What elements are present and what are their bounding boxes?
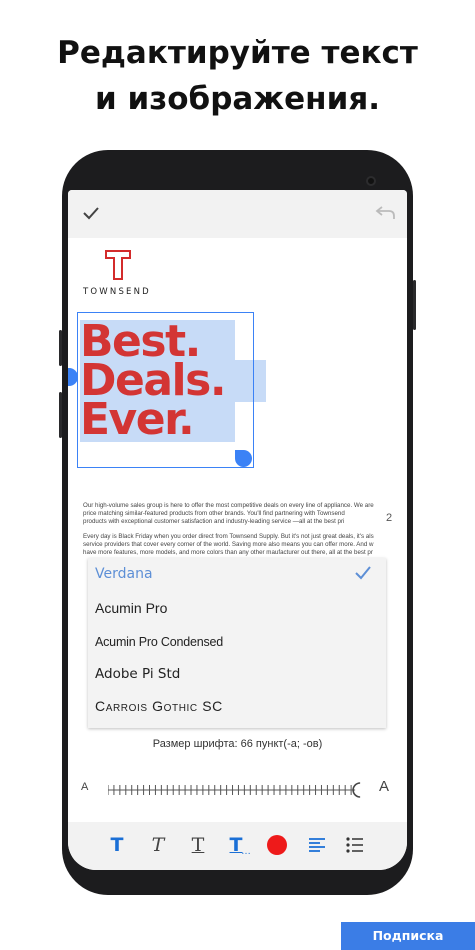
body-line: Our high-volume sales group is here to o… — [83, 502, 374, 509]
text-color-button[interactable] — [260, 830, 294, 860]
align-text-button[interactable] — [300, 830, 334, 860]
ellipsis-icon: … — [241, 846, 251, 857]
document-canvas[interactable]: TOWNSEND Best. Deals. Ever. Our high-vol… — [68, 238, 407, 558]
logo-text: TOWNSEND — [83, 287, 151, 297]
font-option-acumin-pro[interactable]: Acumin Pro — [95, 592, 167, 624]
slider-min-label: A — [81, 781, 89, 793]
font-option-adobe-pi-std[interactable]: Adobe Pi Std — [95, 658, 180, 690]
font-option-carrois-gothic-sc[interactable]: Carrois Gothic SC — [95, 690, 223, 722]
body-line: Every day is Black Friday when you order… — [83, 532, 374, 540]
font-option-acumin-pro-condensed[interactable]: Acumin Pro Condensed — [95, 626, 223, 658]
page-number: 2 — [386, 512, 393, 524]
phone-bixby-button — [59, 392, 62, 438]
italic-icon: T — [151, 834, 165, 856]
font-option-label: Adobe Pi Std — [95, 666, 181, 682]
body-line: service providers that cover every corne… — [83, 540, 374, 548]
list-button[interactable] — [338, 830, 372, 860]
bullet-list-icon — [346, 837, 363, 853]
align-left-icon — [309, 838, 325, 852]
body-paragraph: Every day is Black Friday when you order… — [83, 533, 407, 558]
font-option-label: Carrois Gothic SC — [95, 698, 223, 714]
promo-headline-line-2: и изображения. — [95, 81, 380, 117]
font-size-label: Размер шрифта: 66 пункт(-а; -ов) — [152, 738, 323, 750]
check-icon[interactable] — [82, 204, 100, 222]
underline-icon: T — [191, 834, 205, 856]
text-selection-box[interactable] — [77, 312, 254, 468]
slider-track[interactable] — [108, 778, 368, 802]
font-option-label: Acumin Pro — [95, 600, 168, 616]
body-text[interactable]: Our high-volume sales group is here to o… — [83, 502, 407, 563]
font-option-verdana[interactable]: Verdana — [95, 558, 379, 590]
body-line: price matching similar-featured products… — [83, 510, 345, 518]
body-line: products with exceptional customer satis… — [83, 518, 345, 526]
promo-headline-line-1: Редактируйте текст — [57, 35, 418, 71]
app-screen: TOWNSEND Best. Deals. Ever. Our high-vol… — [68, 190, 407, 870]
top-toolbar — [68, 190, 407, 238]
font-option-label: Acumin Pro Condensed — [95, 635, 224, 649]
text-style-icon: T — [110, 834, 124, 856]
selection-end-handle[interactable] — [235, 450, 252, 467]
subscribe-button[interactable]: Подписка — [341, 922, 475, 950]
townsend-logo-icon — [105, 250, 131, 280]
body-line: have more features, more models, and mor… — [83, 549, 373, 557]
font-size-slider[interactable]: A A — [68, 778, 407, 802]
check-icon — [355, 566, 371, 580]
format-toolbar: T T T T … — [68, 822, 407, 870]
underline-text-button[interactable]: T — [181, 830, 215, 860]
font-option-label: Verdana — [95, 566, 153, 582]
more-text-styles-button[interactable]: T … — [219, 830, 253, 860]
phone-power-button — [413, 280, 416, 330]
promo-headline: Редактируйте текст и изображения. — [0, 30, 475, 122]
slider-max-label: A — [379, 778, 390, 795]
front-camera — [366, 176, 376, 186]
italic-text-button[interactable]: T — [141, 830, 175, 860]
color-swatch-icon — [267, 835, 287, 855]
font-picker-list: Verdana Acumin Pro Acumin Pro Condensed … — [88, 558, 386, 728]
phone-volume-button — [59, 330, 62, 366]
body-paragraph: Our high-volume sales group is here to o… — [83, 502, 407, 527]
undo-icon[interactable] — [375, 204, 397, 222]
bold-text-button[interactable]: T — [100, 830, 134, 860]
